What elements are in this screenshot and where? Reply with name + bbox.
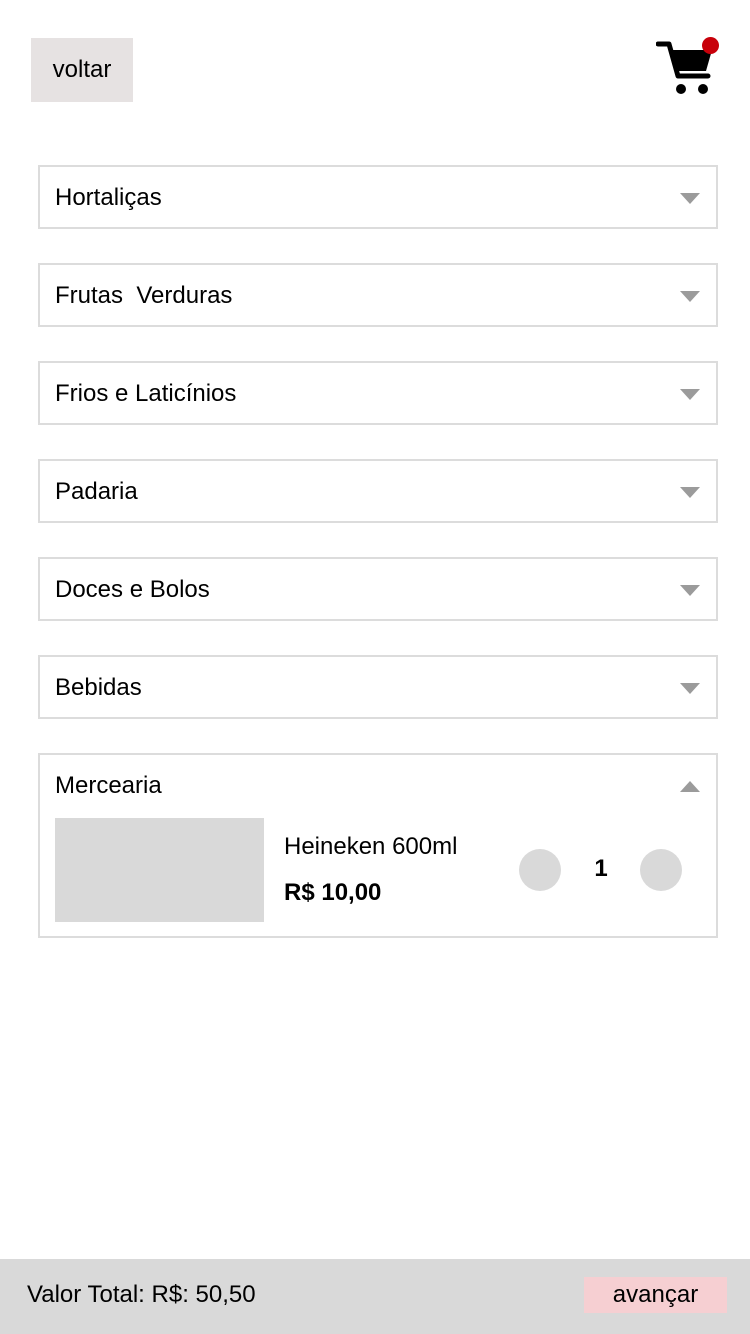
back-button[interactable]: voltar — [31, 38, 133, 102]
category-label[interactable]: Mercearia — [55, 755, 162, 815]
decrease-quantity-button[interactable] — [519, 849, 561, 891]
chevron-down-icon — [680, 193, 700, 204]
product-image — [55, 818, 264, 922]
category-hortalicas[interactable]: Hortaliças — [38, 165, 718, 229]
product-price: R$ 10,00 — [284, 879, 382, 906]
category-label: Doces e Bolos — [55, 576, 210, 603]
chevron-down-icon — [680, 389, 700, 400]
quantity-value: 1 — [594, 855, 608, 882]
cart-notification-badge — [702, 37, 719, 54]
chevron-down-icon — [680, 291, 700, 302]
category-frutas-verduras[interactable]: Frutas Verduras — [38, 263, 718, 327]
category-mercearia: Mercearia Heineken 600ml R$ 10,00 1 — [38, 753, 718, 938]
product-name: Heineken 600ml — [284, 833, 458, 860]
total-value: Valor Total: R$: 50,50 — [27, 1281, 256, 1308]
category-bebidas[interactable]: Bebidas — [38, 655, 718, 719]
checkout-footer: Valor Total: R$: 50,50 avançar — [0, 1259, 750, 1334]
increase-quantity-button[interactable] — [640, 849, 682, 891]
chevron-down-icon — [680, 487, 700, 498]
category-frios-laticinios[interactable]: Frios e Laticínios — [38, 361, 718, 425]
category-label: Hortaliças — [55, 184, 162, 211]
chevron-down-icon — [680, 683, 700, 694]
chevron-down-icon — [680, 585, 700, 596]
chevron-up-icon[interactable] — [680, 781, 700, 792]
category-label: Frios e Laticínios — [55, 380, 237, 407]
category-padaria[interactable]: Padaria — [38, 459, 718, 523]
category-label: Bebidas — [55, 674, 142, 701]
app-screen: voltar Hortaliças Frutas Verduras Frios … — [0, 0, 750, 1334]
category-label: Frutas Verduras — [55, 282, 233, 309]
category-label: Padaria — [55, 478, 138, 505]
category-doces-bolos[interactable]: Doces e Bolos — [38, 557, 718, 621]
next-button[interactable]: avançar — [584, 1277, 727, 1313]
cart-button[interactable] — [656, 36, 722, 98]
